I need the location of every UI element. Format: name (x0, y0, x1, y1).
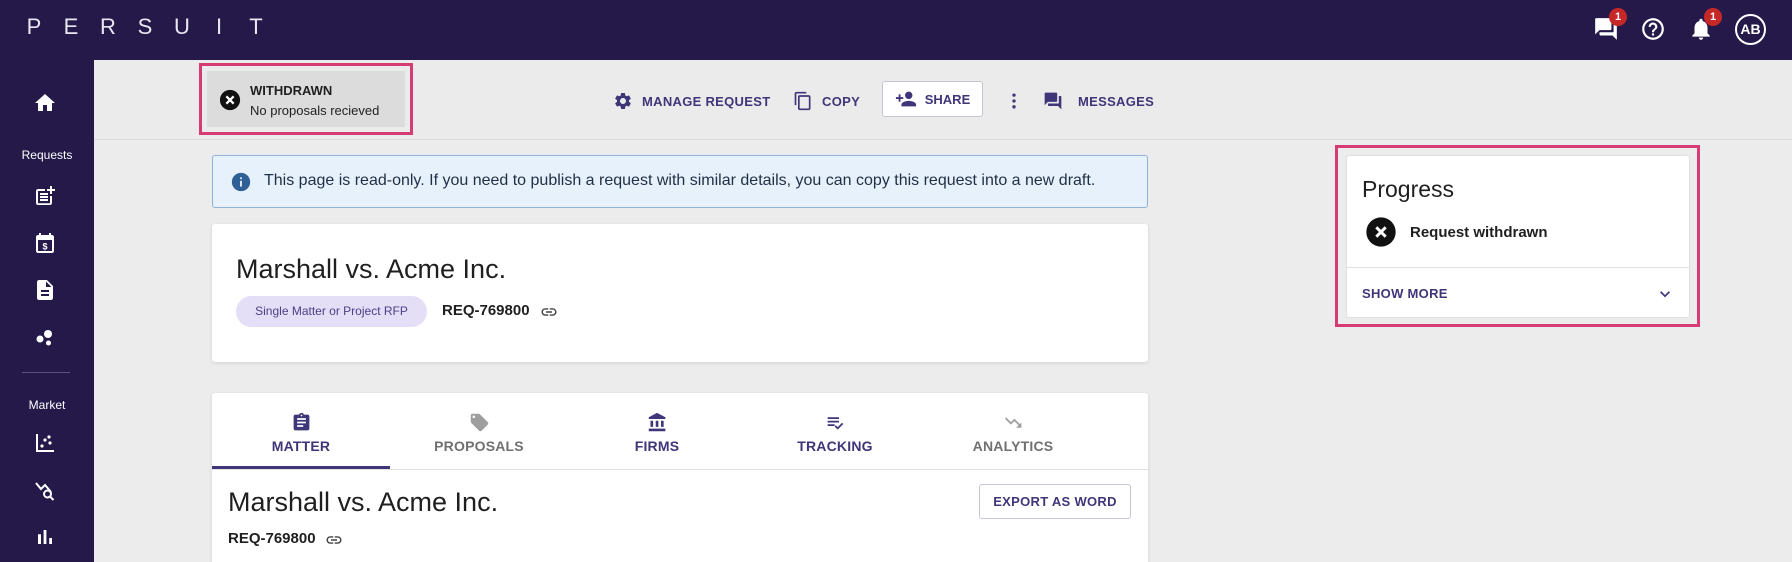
messages-badge: 1 (1609, 8, 1627, 26)
share-label: SHARE (924, 91, 971, 107)
sidebar: Requests $ Market (0, 60, 94, 562)
tab-analytics[interactable]: ANALYTICS (924, 393, 1102, 469)
checklist-icon (827, 417, 844, 430)
status-chip: WITHDRAWN No proposals recieved (207, 71, 405, 127)
messages-button[interactable]: MESSAGES (1043, 90, 1154, 112)
copy-icon (794, 91, 811, 111)
matter-title: Marshall vs. Acme Inc. (228, 487, 499, 517)
gear-icon (615, 93, 631, 109)
tab-firms-label: FIRMS (634, 438, 680, 454)
share-button[interactable]: SHARE (882, 81, 983, 117)
tabs-divider (212, 469, 1148, 470)
matter-request-id: REQ-769800 (228, 530, 316, 547)
help-icon (1642, 18, 1664, 40)
progress-title: Progress (1362, 176, 1455, 202)
export-as-word-button[interactable]: EXPORT AS WORD (979, 484, 1131, 519)
status-highlight: WITHDRAWN No proposals recieved (199, 63, 413, 135)
request-title: Marshall vs. Acme Inc. (236, 254, 507, 284)
tab-proposals-label: PROPOSALS (434, 438, 524, 454)
forum-icon (1044, 92, 1062, 110)
cancel-icon (1366, 217, 1396, 247)
document-icon (37, 280, 53, 300)
sidebar-section-requests: Requests (21, 148, 73, 162)
messages-icon-button[interactable]: 1 (1593, 8, 1627, 42)
persuit-logo[interactable]: P E R S U I T (25, 14, 265, 44)
sidebar-divider (22, 372, 70, 373)
trending-down-icon (1005, 417, 1022, 428)
tag-icon (470, 413, 489, 432)
chevron-down-icon[interactable] (1655, 284, 1675, 304)
progress-divider (1347, 267, 1689, 268)
sidebar-item-bubbles[interactable] (33, 325, 57, 349)
top-bar: P E R S U I T 1 1 AB (0, 0, 1792, 60)
home-icon (35, 94, 55, 111)
progress-card: Progress Request withdrawn SHOW MORE (1346, 155, 1690, 318)
help-icon-button[interactable] (1640, 16, 1666, 42)
request-id: REQ-769800 (442, 302, 530, 319)
info-icon (231, 172, 251, 192)
more-options-button[interactable] (1004, 90, 1024, 112)
sidebar-item-bar-chart[interactable] (33, 525, 57, 549)
clipboard-icon (293, 412, 310, 431)
messages-label: MESSAGES (1078, 93, 1155, 109)
query-stats-icon (35, 482, 55, 501)
tab-firms[interactable]: FIRMS (568, 393, 746, 469)
post-add-icon (36, 186, 55, 205)
request-tabs-card: MATTER PROPOSALS FIRMS TRACKING ANALYTIC… (212, 393, 1148, 562)
sidebar-item-market-search[interactable] (33, 478, 57, 502)
copy-button[interactable]: COPY (793, 90, 860, 112)
sidebar-item-billing[interactable]: $ (33, 231, 57, 255)
progress-status: Request withdrawn (1410, 224, 1548, 241)
bank-icon (648, 412, 666, 432)
tab-matter[interactable]: MATTER (212, 393, 390, 469)
matter-link-icon[interactable] (325, 531, 343, 549)
tab-tracking[interactable]: TRACKING (746, 393, 924, 469)
notifications-badge: 1 (1704, 8, 1722, 26)
tab-proposals[interactable]: PROPOSALS (390, 393, 568, 469)
read-only-banner: This page is read-only. If you need to p… (212, 155, 1148, 208)
avatar[interactable]: AB (1735, 14, 1766, 45)
bar-chart-icon (38, 530, 52, 544)
status-subtitle: No proposals recieved (250, 103, 380, 118)
banner-text: This page is read-only. If you need to p… (264, 172, 1096, 189)
person-add-icon (895, 91, 916, 107)
tab-analytics-label: ANALYTICS (972, 438, 1054, 454)
cancel-icon (219, 89, 241, 111)
bubble-chart-icon (36, 330, 52, 346)
sidebar-section-market: Market (28, 398, 66, 412)
link-icon[interactable] (540, 303, 558, 321)
sidebar-item-scatter[interactable] (33, 431, 57, 455)
manage-request-button[interactable]: MANAGE REQUEST (613, 90, 770, 112)
request-type-chip: Single Matter or Project RFP (236, 296, 427, 327)
calendar-dollar-icon: $ (36, 233, 54, 253)
copy-label: COPY (822, 93, 861, 109)
svg-text:$: $ (42, 242, 47, 252)
sidebar-item-home[interactable] (33, 91, 57, 115)
sidebar-item-documents[interactable] (33, 278, 57, 302)
more-vertical-icon (1012, 93, 1016, 109)
notifications-icon-button[interactable]: 1 (1688, 8, 1722, 42)
tab-tracking-label: TRACKING (797, 438, 873, 454)
tab-matter-label: MATTER (271, 438, 331, 454)
manage-request-label: MANAGE REQUEST (642, 93, 771, 109)
request-title-card: Marshall vs. Acme Inc. Single Matter or … (212, 224, 1148, 362)
status-title: WITHDRAWN (250, 83, 333, 98)
show-more-button[interactable]: SHOW MORE (1362, 286, 1448, 301)
scatter-plot-icon (36, 434, 54, 452)
sidebar-item-new-request[interactable] (33, 184, 57, 208)
